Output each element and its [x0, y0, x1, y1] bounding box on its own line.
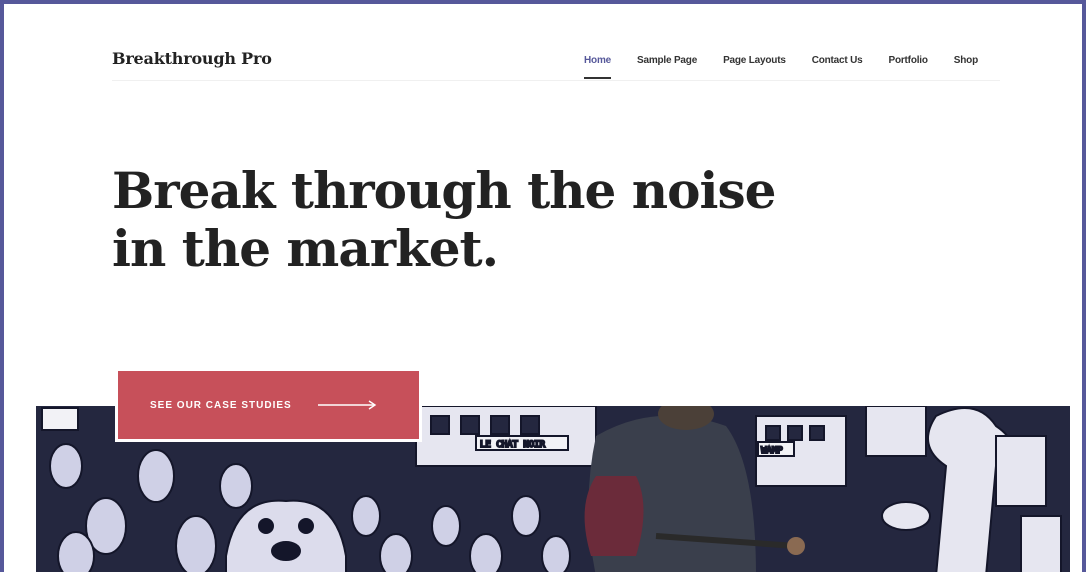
site-logo[interactable]: Breakthrough Pro [112, 49, 272, 68]
nav-item-contact-us[interactable]: Contact Us [812, 55, 863, 66]
nav-item-sample-page[interactable]: Sample Page [637, 55, 697, 66]
hero-title-line-2: in the market. [112, 219, 499, 278]
nav-item-home[interactable]: Home [584, 55, 611, 79]
see-case-studies-button[interactable]: SEE OUR CASE STUDIES [118, 371, 419, 439]
mural-sign-chat-noir: LE CHAT NOIR [480, 440, 546, 450]
arrow-right-icon [317, 400, 376, 410]
nav-item-page-layouts[interactable]: Page Layouts [723, 55, 786, 66]
mural-sign-wamp: WAMP [761, 446, 783, 456]
hero-title-line-1: Break through the noise [112, 161, 776, 220]
cta-button-label: SEE OUR CASE STUDIES [150, 399, 292, 411]
browser-frame: Breakthrough Pro Home Sample Page Page L… [0, 0, 1086, 572]
site-header: Breakthrough Pro Home Sample Page Page L… [112, 44, 1000, 81]
hero-title: Break through the noise in the market. [112, 162, 812, 278]
cta-button-wrapper: SEE OUR CASE STUDIES [115, 368, 422, 442]
nav-item-portfolio[interactable]: Portfolio [888, 55, 928, 66]
mural-buildings: LE CHAT NOIR [415, 406, 597, 467]
nav-item-shop[interactable]: Shop [954, 55, 978, 66]
main-nav: Home Sample Page Page Layouts Contact Us… [584, 55, 978, 79]
